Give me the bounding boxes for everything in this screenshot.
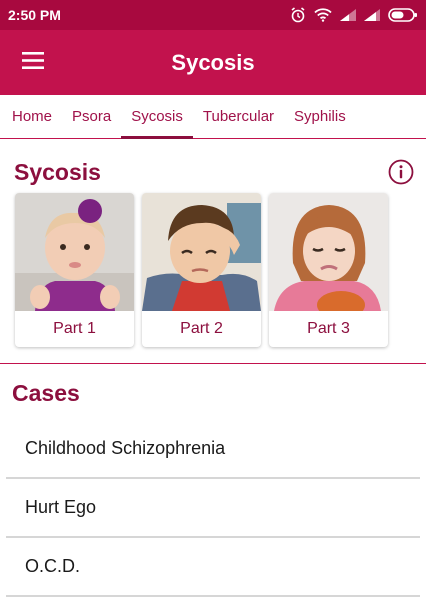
part-label: Part 3 [307,320,350,337]
case-list: Childhood Schizophrenia Hurt Ego O.C.D. [6,420,420,597]
part-label: Part 2 [180,320,223,337]
section-header: Sycosis [14,157,414,187]
battery-icon [388,8,418,22]
signal-icon-1 [340,9,356,21]
tab-sycosis[interactable]: Sycosis [121,95,193,139]
part-card-1[interactable]: Part 1 [15,193,134,347]
section-title: Sycosis [14,158,101,185]
list-item[interactable]: Hurt Ego [6,479,420,538]
menu-button[interactable] [0,30,66,95]
girl-photo [269,193,388,311]
list-item[interactable]: O.C.D. [6,538,420,597]
tab-bar: Home Psora Sycosis Tubercular Syphilis [0,95,426,139]
divider [0,363,426,364]
part-label: Part 1 [53,320,96,337]
cases-title: Cases [12,380,80,406]
info-icon[interactable] [388,159,414,185]
tab-psora[interactable]: Psora [62,95,121,138]
alarm-icon [290,7,306,23]
baby-photo [15,193,134,311]
part-card-3[interactable]: Part 3 [269,193,388,347]
status-icons [290,7,418,23]
app-bar: Sycosis [0,30,426,95]
boy-photo [142,193,261,311]
signal-icon-2 [364,9,380,21]
list-item[interactable]: Childhood Schizophrenia [6,420,420,479]
hamburger-menu-icon [22,51,44,74]
status-time: 2:50 PM [8,7,61,23]
part-card-2[interactable]: Part 2 [142,193,261,347]
status-bar: 2:50 PM [0,0,426,30]
parts-row: Part 1 Part 2 Part 3 [15,193,415,347]
wifi-icon [314,8,332,22]
tab-home[interactable]: Home [2,95,62,138]
tab-syphilis[interactable]: Syphilis [284,95,356,138]
tab-tubercular[interactable]: Tubercular [193,95,284,138]
